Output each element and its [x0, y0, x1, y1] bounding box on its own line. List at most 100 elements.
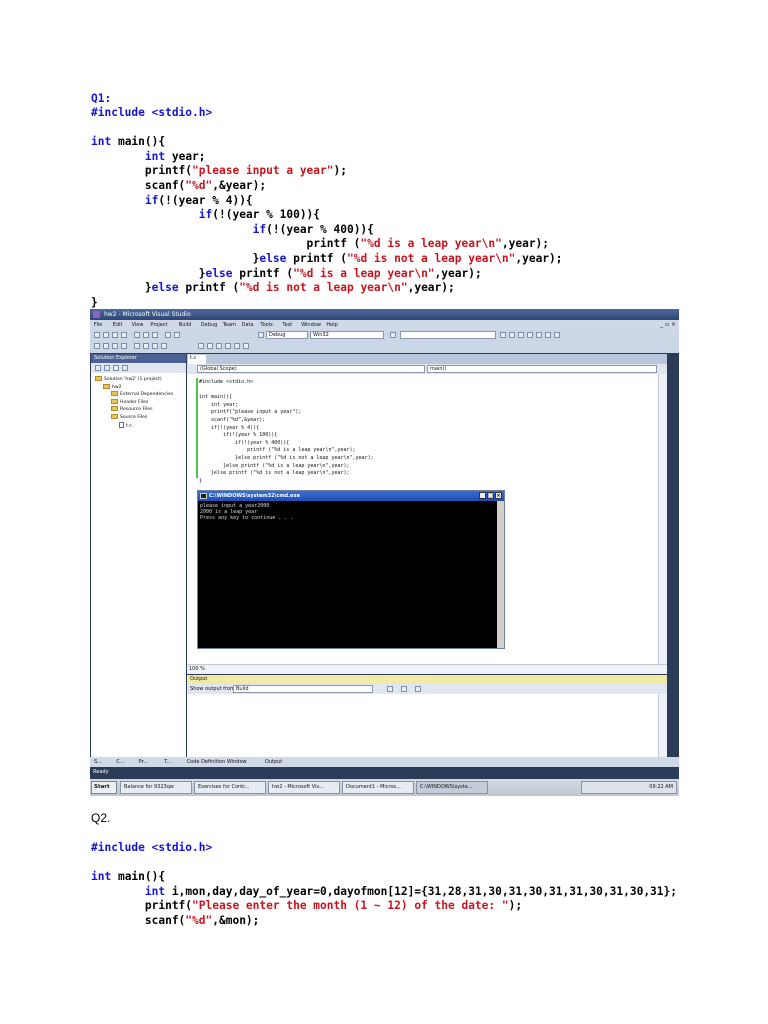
toolbox-icon[interactable]	[518, 332, 524, 338]
menu-item-edit[interactable]: Edit	[113, 322, 123, 328]
tree-item[interactable]: External Dependencies	[111, 391, 173, 397]
bottom-tab[interactable]: S...	[94, 759, 102, 765]
menu-item-data[interactable]: Data	[242, 322, 254, 328]
code-token: if	[144, 193, 159, 207]
class-view-icon[interactable]	[527, 332, 533, 338]
uncomment-icon[interactable]	[121, 343, 127, 349]
platform-select[interactable]: Win32	[310, 331, 384, 339]
properties-icon[interactable]	[509, 332, 515, 338]
close-button[interactable]: ×	[495, 492, 502, 499]
menu-item-window[interactable]: Window	[301, 322, 321, 328]
scope-select[interactable]: (Global Scope)	[197, 365, 425, 373]
word-wrap-icon[interactable]	[401, 686, 407, 692]
find-in-output-icon[interactable]	[415, 686, 421, 692]
tab-t-c[interactable]: t.c	[188, 355, 206, 364]
tree-item[interactable]: t.c	[119, 421, 132, 428]
vs-toolbar-text-editor	[90, 341, 679, 353]
bottom-tab[interactable]: C...	[116, 759, 124, 765]
editor-horizontal-scrollbar[interactable]: 100 %	[187, 664, 667, 674]
start-button[interactable]: Start	[91, 781, 117, 794]
start-page-icon[interactable]	[545, 332, 551, 338]
taskbar-button[interactable]: Exercises for Contr...	[194, 781, 266, 794]
taskbar-button[interactable]: hw2 - Microsoft Vis...	[268, 781, 340, 794]
zoom-level[interactable]: 100 %	[189, 666, 205, 672]
maximize-button[interactable]: □	[487, 492, 494, 499]
next-bookmark-icon[interactable]	[152, 343, 158, 349]
format-icon[interactable]	[225, 343, 231, 349]
save-icon[interactable]	[112, 332, 118, 338]
console-title-bar[interactable]: C:\WINDOWS\system32\cmd.exe _ □ ×	[198, 491, 504, 501]
find-icon[interactable]	[390, 332, 396, 338]
output-panel: Output Show output from: Build	[187, 675, 667, 757]
bottom-tab[interactable]: Pr...	[139, 759, 148, 765]
bottom-tab[interactable]: Code Definition Window	[187, 759, 247, 765]
editor-vertical-scrollbar[interactable]	[658, 374, 667, 674]
solution-explorer-icon[interactable]	[500, 332, 506, 338]
open-file-icon[interactable]	[103, 332, 109, 338]
menu-item-tools[interactable]: Tools	[260, 322, 272, 328]
new-project-icon[interactable]	[94, 332, 100, 338]
configuration-select[interactable]: Debug	[266, 331, 308, 339]
code-token: ,year);	[515, 251, 563, 265]
menu-item-team[interactable]: Team	[223, 322, 236, 328]
console-window[interactable]: C:\WINDOWS\system32\cmd.exe _ □ × please i…	[197, 490, 505, 649]
q2-heading: Q2.	[91, 811, 111, 825]
bottom-tab[interactable]: T...	[164, 759, 171, 765]
properties-icon[interactable]	[95, 365, 101, 371]
copy-icon[interactable]	[143, 332, 149, 338]
menu-item-debug[interactable]: Debug	[201, 322, 217, 328]
refresh-icon[interactable]	[113, 365, 119, 371]
menu-item-view[interactable]: View	[132, 322, 144, 328]
output-source-select[interactable]: Build	[233, 685, 373, 693]
tree-item[interactable]: hw2	[103, 383, 122, 390]
bookmark-icon[interactable]	[134, 343, 140, 349]
q1-heading: Q1:	[91, 92, 112, 105]
tree-item[interactable]: Source Files	[111, 414, 147, 420]
menu-item-file[interactable]: File	[94, 322, 102, 328]
start-debug-icon[interactable]	[258, 332, 264, 338]
taskbar-button[interactable]: Document1 - Micros...	[342, 781, 414, 794]
view-code-icon[interactable]	[122, 365, 128, 371]
grid-icon[interactable]	[216, 343, 222, 349]
align-icon[interactable]	[207, 343, 213, 349]
layout-icon[interactable]	[198, 343, 204, 349]
menu-item-test[interactable]: Test	[282, 322, 292, 328]
spacing-icon[interactable]	[234, 343, 240, 349]
taskbar-button[interactable]: C:\WINDOWS\syste...	[416, 781, 488, 794]
q2-code-block: #include <stdio.h> int main(){ int i,mon…	[91, 841, 677, 929]
indent-icon[interactable]	[94, 343, 100, 349]
error-list-icon[interactable]	[554, 332, 560, 338]
paste-icon[interactable]	[152, 332, 158, 338]
tree-item[interactable]: Header Files	[111, 398, 148, 405]
bottom-tab[interactable]: Output	[265, 759, 282, 765]
comment-icon[interactable]	[112, 343, 118, 349]
size-icon[interactable]	[243, 343, 249, 349]
code-token: int	[144, 149, 166, 163]
clear-output-icon[interactable]	[387, 686, 393, 692]
show-all-files-icon[interactable]	[104, 365, 110, 371]
console-scrollbar[interactable]	[497, 501, 504, 648]
tree-item[interactable]: Solution 'hw2' (1 project)	[95, 376, 162, 382]
window-controls[interactable]: _ ▫ ×	[660, 321, 676, 328]
menu-item-help[interactable]: Help	[326, 322, 337, 328]
editor-code-text[interactable]: #include <stdio.h> int main(){ int year;…	[199, 379, 374, 485]
menu-item-project[interactable]: Project	[150, 322, 167, 328]
output-scrollbar[interactable]	[658, 694, 667, 757]
menu-item-build[interactable]: Build	[179, 322, 192, 328]
code-line: }else printf ("%d is not a leap year\n",…	[91, 281, 563, 296]
prev-bookmark-icon[interactable]	[143, 343, 149, 349]
member-select[interactable]: main()	[427, 365, 657, 373]
object-browser-icon[interactable]	[536, 332, 542, 338]
minimize-button[interactable]: _	[479, 492, 486, 499]
save-all-icon[interactable]	[121, 332, 127, 338]
undo-icon[interactable]	[165, 332, 171, 338]
cut-icon[interactable]	[134, 332, 140, 338]
find-input[interactable]	[400, 331, 496, 339]
clear-bookmarks-icon[interactable]	[161, 343, 167, 349]
outdent-icon[interactable]	[103, 343, 109, 349]
tree-item[interactable]: Resource Files	[111, 406, 153, 412]
redo-icon[interactable]	[174, 332, 180, 338]
taskbar-button[interactable]: Balance for 9323qw	[120, 781, 192, 794]
